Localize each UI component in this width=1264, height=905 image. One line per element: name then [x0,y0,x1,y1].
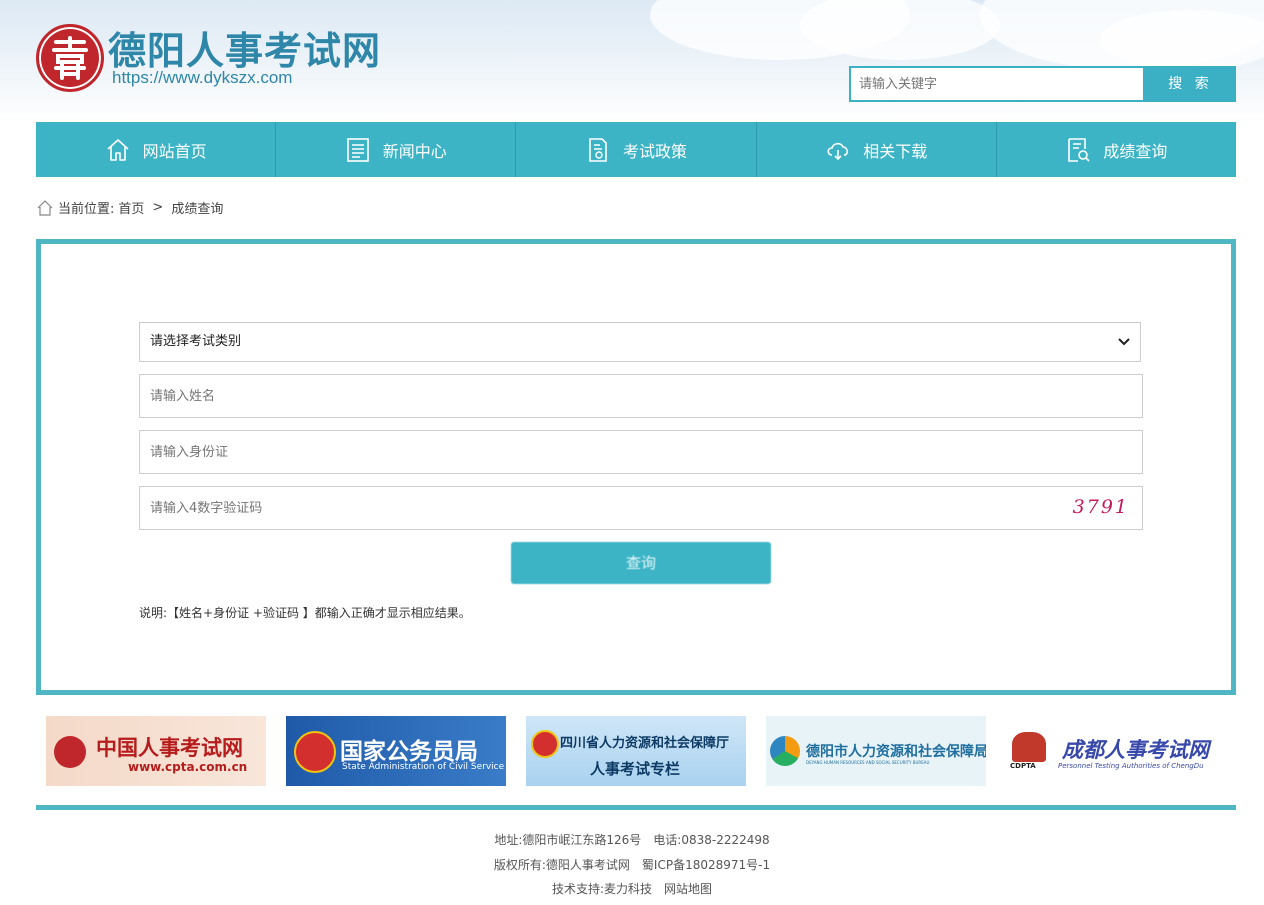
partner-link-civil-service[interactable]: 国家公务员局 State Administration of Civil Ser… [286,716,506,786]
partner-subtitle: www.cpta.com.cn [128,760,248,774]
footer-divider [36,805,1236,810]
footer-copyright: 版权所有:德阳人事考试网 [493,857,630,872]
nav-item-news[interactable]: 新闻中心 [276,122,517,177]
home-icon [37,199,53,216]
nav-label: 新闻中心 [382,141,447,161]
score-query-panel: 请选择考试类别 3791 查询 说明:【姓名+身份证 +验证码 】都输入正确才显… [36,239,1236,695]
exam-type-selected: 请选择考试类别 [150,334,242,349]
partner-links: 中国人事考试网 www.cpta.com.cn 国家公务员局 State Adm… [46,716,1226,786]
breadcrumb-home-link[interactable]: 首页 [118,198,144,217]
nav-label: 考试政策 [623,141,688,161]
form-note: 说明:【姓名+身份证 +验证码 】都输入正确才显示相应结果。 [139,606,471,620]
site-title[interactable]: 德阳人事考试网 [108,20,381,75]
submit-button[interactable]: 查询 [511,542,771,584]
captcha-image[interactable]: 3791 [1073,496,1129,518]
nav-label: 相关下载 [863,141,928,161]
cloud-download-icon [827,142,849,160]
partner-title: 四川省人力资源和社会保障厅 [560,736,730,751]
footer-phone: 电话:0838-2222498 [653,833,770,847]
partner-link-cpta[interactable]: 中国人事考试网 www.cpta.com.cn [46,716,266,786]
home-icon [107,138,129,161]
footer-support[interactable]: 技术支持:麦力科技 [552,882,652,896]
partner-subtitle: State Administration of Civil Service [342,762,505,772]
partner-badge: CDPTA [1010,762,1036,770]
partner-title: 德阳市人力资源和社会保障局 [806,744,986,760]
nav-item-home[interactable]: 网站首页 [36,122,277,177]
nav-item-download[interactable]: 相关下载 [757,122,997,177]
nav-item-policy[interactable]: 考试政策 [516,122,757,177]
partner-link-sichuan-hrss[interactable]: 四川省人力资源和社会保障厅 人事考试专栏 [526,716,746,786]
partner-title: 国家公务员局 [340,738,478,765]
partner-title: 中国人事考试网 [96,735,243,760]
search-button[interactable]: 搜 索 [1145,66,1236,102]
policy-document-icon [589,137,607,162]
nav-item-score-query[interactable]: 成绩查询 [997,122,1236,177]
news-icon [346,137,369,162]
footer-sitemap-link[interactable]: 网站地图 [664,882,712,896]
id-card-input[interactable] [139,430,1143,474]
breadcrumb-separator: > [152,200,164,215]
nav-label: 网站首页 [142,141,207,161]
partner-link-deyang-hrss[interactable]: 德阳市人力资源和社会保障局 DEYANG HUMAN RESOURCES AND… [766,716,986,786]
footer-icp-link[interactable]: 蜀ICP备18028971号-1 [642,858,770,872]
deyang-hrss-logo-icon [770,736,800,766]
main-nav: 网站首页 新闻中心 考试政策 相关下载 成绩查询 [36,122,1236,177]
search-input[interactable] [849,66,1145,102]
partner-title: 成都人事考试网 [1062,737,1209,762]
site-url[interactable]: https://www.dykszx.com [112,68,292,88]
footer: 地址:德阳市岷江东路126号 电话:0838-2222498 版权所有:德阳人事考… [0,828,1264,902]
breadcrumb-prefix: 当前位置: [58,202,115,217]
captcha-input[interactable] [139,486,1143,530]
national-emblem-icon [531,730,559,758]
captcha-row: 3791 [139,486,1143,530]
search-document-icon [1068,137,1090,162]
cdpta-logo-icon [1012,732,1046,762]
partner-subtitle: Personnel Testing Authorities of ChengDu [1058,762,1204,770]
partner-subtitle: 人事考试专栏 [590,760,681,778]
name-input[interactable] [139,374,1143,418]
partner-subtitle: DEYANG HUMAN RESOURCES AND SOCIAL SECURI… [806,760,930,765]
breadcrumb: 当前位置: 首页 > 成绩查询 [36,198,223,217]
exam-type-select[interactable]: 请选择考试类别 [139,322,1141,362]
footer-address: 地址:德阳市岷江东路126号 [494,833,642,847]
national-emblem-icon [294,731,336,773]
breadcrumb-current: 成绩查询 [171,202,224,217]
nav-label: 成绩查询 [1103,141,1168,161]
partner-link-chengdu-pta[interactable]: CDPTA 成都人事考试网 Personnel Testing Authorit… [1006,716,1226,786]
site-logo[interactable] [36,24,104,92]
chevron-down-icon [1118,338,1130,346]
cpta-emblem-icon [54,736,86,768]
